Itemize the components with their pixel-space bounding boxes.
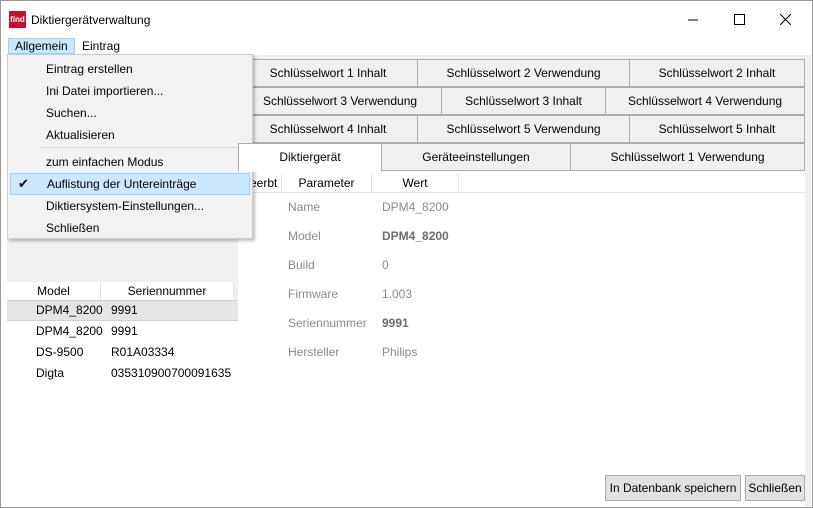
property-value-build[interactable]: 0 <box>382 258 389 272</box>
device-serial: 9991 <box>111 324 138 338</box>
device-model: DPM4_8200 <box>36 303 103 317</box>
property-grid-header-divider <box>238 192 805 193</box>
menu-item-list-subentries[interactable]: ✔ Auflistung der Untereinträge <box>10 173 250 195</box>
property-label-name: Name <box>288 200 321 214</box>
property-value-firmware[interactable]: 1.003 <box>382 287 412 301</box>
property-value-manufacturer[interactable]: Philips <box>382 345 417 359</box>
menu-eintrag[interactable]: Eintrag <box>76 38 126 54</box>
tab-keyword3-content[interactable]: Schlüsselwort 3 Inhalt <box>441 87 606 115</box>
device-model: Digta <box>36 366 65 380</box>
property-grid-header-parameter[interactable]: Parameter <box>282 174 372 192</box>
tab-keyword2-usage[interactable]: Schlüsselwort 2 Verwendung <box>417 59 630 87</box>
close-button[interactable]: Schließen <box>745 475 805 501</box>
minimize-icon <box>687 19 698 20</box>
menu-item-create-entry[interactable]: Eintrag erstellen <box>10 58 250 80</box>
tab-keyword5-usage[interactable]: Schlüsselwort 5 Verwendung <box>417 115 630 143</box>
device-list-header-model[interactable]: Model <box>7 282 101 300</box>
menu-item-dictation-settings[interactable]: Diktiersystem-Einstellungen... <box>10 195 250 217</box>
property-value-model[interactable]: DPM4_8200 <box>382 229 449 243</box>
device-row[interactable]: DS-9500 R01A03334 <box>7 342 238 363</box>
property-label-build: Build <box>288 258 315 272</box>
tab-keyword2-content[interactable]: Schlüsselwort 2 Inhalt <box>629 59 805 87</box>
save-to-database-button[interactable]: In Datenbank speichern <box>605 475 741 501</box>
property-value-name[interactable]: DPM4_8200 <box>382 200 449 214</box>
property-value-serial[interactable]: 9991 <box>382 316 409 330</box>
menu-item-search[interactable]: Suchen... <box>10 102 250 124</box>
device-serial: 035310900700091635 <box>111 366 232 380</box>
tab-page-dictation-device <box>238 171 805 507</box>
tab-keyword4-content[interactable]: Schlüsselwort 4 Inhalt <box>238 115 418 143</box>
device-serial: R01A03334 <box>111 345 175 359</box>
device-row[interactable]: DPM4_8200 9991 <box>7 321 238 342</box>
tab-keyword1-content[interactable]: Schlüsselwort 1 Inhalt <box>238 59 418 87</box>
close-icon <box>779 13 791 25</box>
allgemein-dropdown-menu: Eintrag erstellen Ini Datei importieren.… <box>7 54 253 239</box>
property-label-firmware: Firmware <box>288 287 338 301</box>
menu-item-list-subentries-label: Auflistung der Untereinträge <box>47 177 197 191</box>
maximize-button[interactable] <box>716 1 762 37</box>
property-label-serial: Seriennummer <box>288 316 367 330</box>
tab-keyword5-content[interactable]: Schlüsselwort 5 Inhalt <box>629 115 805 143</box>
menu-separator <box>40 147 250 148</box>
menu-item-close[interactable]: Schließen <box>10 217 250 239</box>
app-logo-icon: find <box>9 11 26 28</box>
device-model: DS-9500 <box>36 345 84 359</box>
device-row[interactable]: DPM4_8200 9991 <box>7 300 238 321</box>
menu-bar: Allgemein Eintrag <box>1 37 812 55</box>
tab-keyword4-usage[interactable]: Schlüsselwort 4 Verwendung <box>605 87 805 115</box>
minimize-button[interactable] <box>670 1 716 37</box>
menu-allgemein[interactable]: Allgemein <box>8 38 75 54</box>
tab-keyword1-usage[interactable]: Schlüsselwort 1 Verwendung <box>570 143 805 171</box>
close-window-button[interactable] <box>762 1 808 37</box>
menu-item-import-ini[interactable]: Ini Datei importieren... <box>10 80 250 102</box>
menu-item-simple-mode[interactable]: zum einfachen Modus <box>10 151 250 173</box>
tab-device-settings[interactable]: Geräteeinstellungen <box>381 143 571 171</box>
window-title: Diktiergerätverwaltung <box>31 13 151 27</box>
maximize-icon <box>733 13 745 25</box>
property-grid-header-value[interactable]: Wert <box>372 174 459 192</box>
menu-item-refresh[interactable]: Aktualisieren <box>10 124 250 146</box>
device-model: DPM4_8200 <box>36 324 103 338</box>
title-bar: find Diktiergerätverwaltung <box>1 1 812 37</box>
main-window: find Diktiergerätverwaltung Allgemein Ei… <box>0 0 813 508</box>
device-serial: 9991 <box>111 303 138 317</box>
property-label-model: Model <box>288 229 321 243</box>
tab-dictation-device[interactable]: Diktiergerät <box>238 143 382 172</box>
device-row[interactable]: Digta 035310900700091635 <box>7 363 238 384</box>
tab-keyword3-usage[interactable]: Schlüsselwort 3 Verwendung <box>238 87 442 115</box>
device-list-header-serial[interactable]: Seriennummer <box>101 282 234 300</box>
property-label-manufacturer: Hersteller <box>288 345 340 359</box>
checkmark-icon: ✔ <box>18 176 29 191</box>
